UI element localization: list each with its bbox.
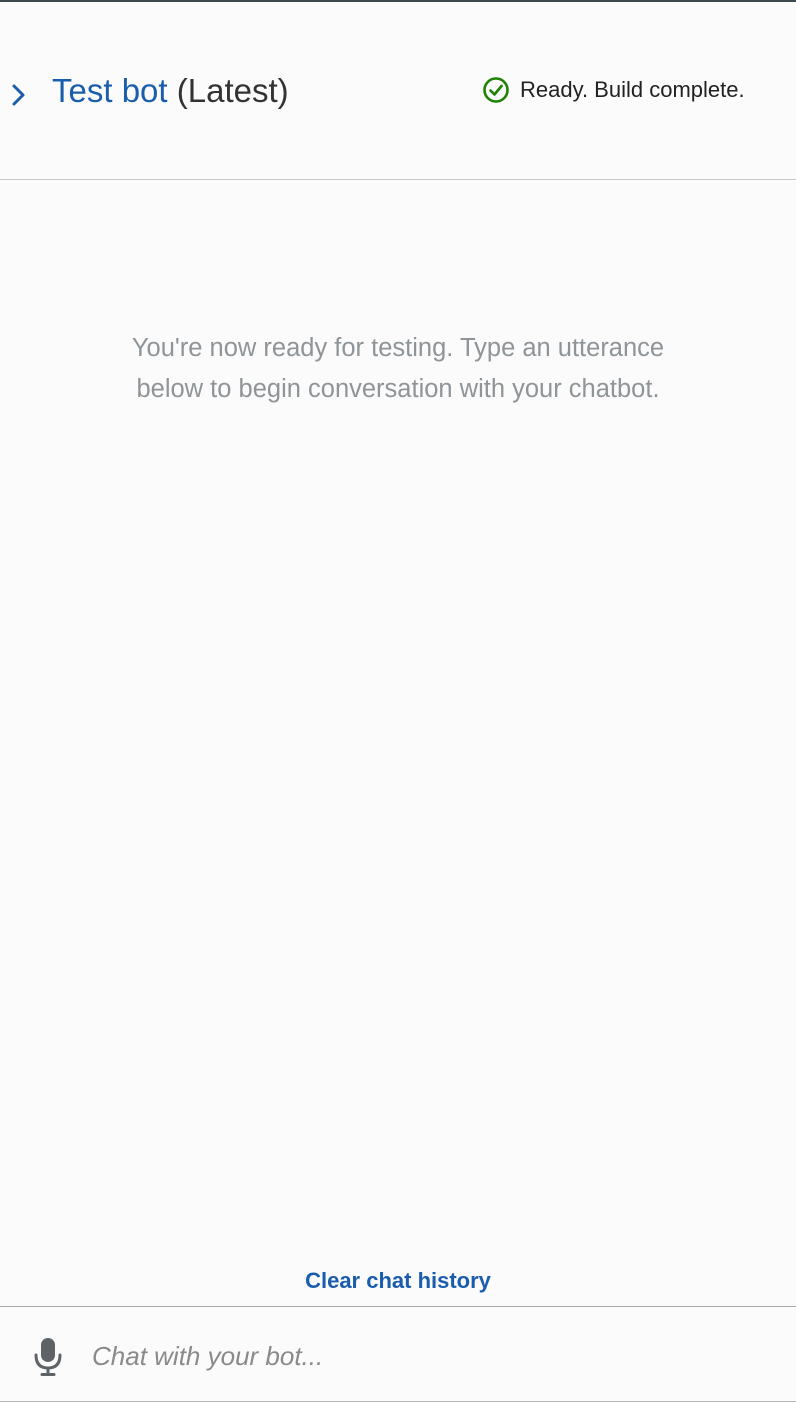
chat-composer xyxy=(0,1306,796,1403)
empty-state-message: You're now ready for testing. Type an ut… xyxy=(60,328,736,410)
test-bot-panel: Test bot (Latest) Ready. Build complete.… xyxy=(0,0,796,1402)
intro-line: You're now ready for testing. Type an ut… xyxy=(131,334,665,362)
chevron-right-icon[interactable] xyxy=(8,82,30,108)
panel-header: Test bot (Latest) Ready. Build complete. xyxy=(0,2,796,180)
microphone-icon[interactable] xyxy=(32,1335,64,1377)
version-label: (Latest) xyxy=(167,72,289,109)
clear-chat-history-link[interactable]: Clear chat history xyxy=(0,1264,796,1298)
intro-line: below to begin conversation with your ch… xyxy=(136,375,660,403)
build-status: Ready. Build complete. xyxy=(482,72,745,108)
test-bot-link[interactable]: Test bot xyxy=(52,72,168,109)
check-circle-icon xyxy=(483,77,509,103)
status-text: Ready. Build complete. xyxy=(520,77,745,102)
page-title: Test bot (Latest) xyxy=(52,68,289,114)
chat-input[interactable] xyxy=(92,1333,752,1379)
